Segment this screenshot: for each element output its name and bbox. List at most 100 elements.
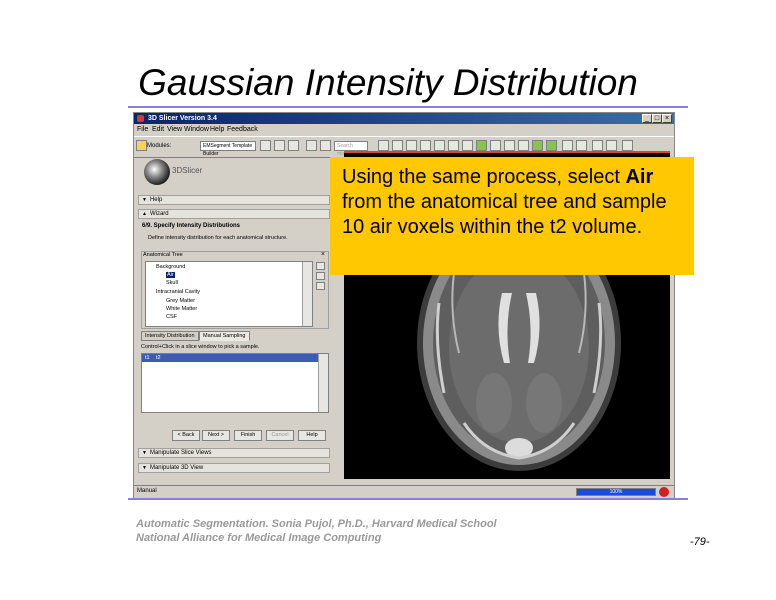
collapse-icon: ▼ (142, 465, 147, 471)
view-icon-8[interactable] (476, 140, 487, 151)
anatomical-tree-panel: Anatomical Tree × Background Air Skull I… (141, 251, 329, 329)
bottom-rule (128, 498, 688, 500)
place-icon[interactable] (606, 140, 617, 151)
fiducial-icon[interactable] (592, 140, 603, 151)
maximize-button[interactable]: □ (652, 114, 662, 123)
tab-intensity-distribution[interactable]: Intensity Distribution (141, 331, 199, 341)
tab-manual-sampling[interactable]: Manual Sampling (199, 331, 250, 341)
callout-text: Using the same process, select Air from … (342, 165, 688, 240)
tree-item[interactable]: White Matter (166, 306, 197, 312)
redo-icon[interactable] (546, 140, 557, 151)
sample-list[interactable]: t1 t2 (141, 353, 329, 413)
instruction-text: Control+Click in a slice window to pick … (141, 344, 260, 350)
manipulate-3d-label: Manipulate 3D View (149, 465, 204, 471)
sample-list-header: t1 t2 (142, 354, 319, 362)
slicer-logo-icon (144, 159, 170, 185)
window-titlebar: 3D Slicer Version 3.4 _ □ × (134, 113, 674, 124)
status-bar: Manual 100% (134, 485, 674, 498)
help-section[interactable]: ▼ Help (138, 195, 330, 205)
stop-icon[interactable] (659, 487, 669, 497)
wizard-section[interactable]: ▲ Wizard (138, 209, 330, 219)
tree-scrollbar[interactable] (302, 262, 312, 326)
tree-view: Background Air Skull Intracranial Cavity… (145, 261, 313, 327)
finish-button[interactable]: Finish (234, 430, 262, 441)
forward-icon[interactable] (288, 140, 299, 151)
app-icon (137, 115, 144, 122)
page-number: -79- (690, 536, 710, 548)
tree-header: Anatomical Tree (143, 252, 183, 258)
column-t1: t1 (145, 355, 150, 361)
remove-node-icon[interactable] (316, 272, 325, 280)
sample-scrollbar[interactable] (318, 354, 328, 412)
menu-file[interactable]: File (137, 125, 148, 135)
view-icon-2[interactable] (392, 140, 403, 151)
module-panel: ▼ Help ▲ Wizard 6/9. Specify Intensity Dis… (136, 193, 332, 485)
footer-line-2: National Alliance for Medical Image Comp… (136, 532, 382, 544)
minimize-button[interactable]: _ (642, 114, 652, 123)
tree-item[interactable]: Grey Matter (166, 298, 195, 304)
slide-title: Gaussian Intensity Distribution (138, 62, 638, 103)
view-icon-9[interactable] (490, 140, 501, 151)
back-icon[interactable] (274, 140, 285, 151)
collapse-icon: ▼ (142, 450, 147, 456)
column-t2: t2 (156, 355, 161, 361)
add-node-icon[interactable] (316, 262, 325, 270)
prev-module-icon[interactable] (260, 140, 271, 151)
modules-label: Modules: (147, 143, 172, 149)
view-icon-4[interactable] (420, 140, 431, 151)
view-icon-11[interactable] (518, 140, 529, 151)
callout-text-post: from the anatomical tree and sample 10 a… (342, 191, 667, 238)
close-icon[interactable]: × (321, 251, 325, 258)
module-search-input[interactable]: Search modules (334, 141, 368, 157)
manipulate-slice-views-section[interactable]: ▼ Manipulate Slice Views (138, 448, 330, 458)
tree-item[interactable]: Background (156, 264, 185, 270)
home-icon[interactable] (136, 140, 147, 151)
logo-text: 3DSlicer (172, 166, 203, 175)
step-description: Define intensity distribution for each a… (148, 235, 288, 241)
collapse-icon: ▼ (142, 197, 147, 203)
tree-item[interactable]: Skull (166, 280, 178, 286)
module-select[interactable]: EMSegment Template Builder (200, 141, 256, 157)
tree-item-selected[interactable]: Air (166, 272, 175, 278)
view-icon-5[interactable] (434, 140, 445, 151)
close-button[interactable]: × (662, 114, 672, 123)
menu-feedback[interactable]: Feedback (227, 125, 258, 135)
tab-bar: Intensity Distribution Manual Sampling (141, 331, 329, 341)
menu-help[interactable]: Help (210, 125, 224, 135)
back-button[interactable]: < Back (172, 430, 200, 441)
next-button[interactable]: Next > (202, 430, 230, 441)
collapse-icon: ▲ (142, 211, 147, 217)
progress-bar: 100% (576, 488, 656, 496)
pointer-icon[interactable] (576, 140, 587, 151)
menu-window[interactable]: Window (184, 125, 209, 135)
title-rule (128, 106, 688, 108)
view-icon-1[interactable] (378, 140, 389, 151)
list-icon[interactable] (320, 140, 331, 151)
window-title: 3D Slicer Version 3.4 (148, 115, 217, 122)
wizard-section-label: Wizard (149, 211, 169, 217)
cancel-button[interactable]: Cancel (266, 430, 294, 441)
view-icon-10[interactable] (504, 140, 515, 151)
refresh-icon[interactable] (622, 140, 633, 151)
view-icon-7[interactable] (462, 140, 473, 151)
step-title: 6/9. Specify Intensity Distributions (142, 223, 241, 229)
menu-bar: File Edit View Window Help Feedback (134, 125, 674, 135)
callout-text-pre: Using the same process, select (342, 166, 626, 188)
help-section-label: Help (149, 197, 163, 203)
view-icon-6[interactable] (448, 140, 459, 151)
layout-icon[interactable] (306, 140, 317, 151)
save-icon[interactable] (562, 140, 573, 151)
manipulate-3d-view-section[interactable]: ▼ Manipulate 3D View (138, 463, 330, 473)
menu-edit[interactable]: Edit (152, 125, 164, 135)
instruction-callout: Using the same process, select Air from … (330, 157, 694, 275)
status-text: Manual (137, 488, 157, 494)
view-icon-3[interactable] (406, 140, 417, 151)
menu-view[interactable]: View (167, 125, 182, 135)
help-button[interactable]: Help (298, 430, 326, 441)
tree-item[interactable]: Intracranial Cavity (156, 289, 200, 295)
edit-node-icon[interactable] (316, 282, 325, 290)
manipulate-slice-label: Manipulate Slice Views (149, 450, 212, 456)
undo-icon[interactable] (532, 140, 543, 151)
callout-bold: Air (625, 166, 654, 188)
tree-item[interactable]: CSF (166, 314, 177, 320)
